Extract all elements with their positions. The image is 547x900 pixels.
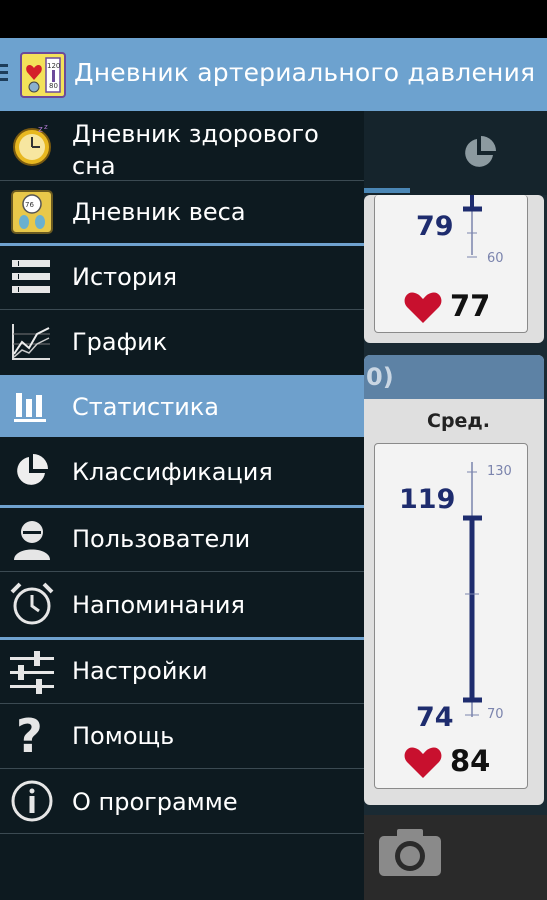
drawer-item-history[interactable]: История [0, 246, 364, 308]
drawer-item-users[interactable]: Пользователи [0, 508, 364, 570]
user-icon [12, 520, 52, 564]
scale-tick-label: 60 [487, 251, 504, 266]
bar-chart-icon [14, 389, 48, 427]
drawer-item-label: График [72, 328, 168, 356]
drawer-item-chart[interactable]: График [0, 310, 364, 374]
drawer-item-label: Помощь [72, 722, 175, 750]
drawer-item-help[interactable]: ? Помощь [0, 704, 364, 768]
divider [0, 833, 364, 834]
drawer-indicator-icon[interactable] [0, 64, 8, 86]
drawer-item-settings[interactable]: Настройки [0, 640, 364, 702]
drawer-item-label: сна [72, 152, 116, 180]
svg-text:76: 76 [25, 201, 34, 209]
column-label: Сред. [427, 410, 490, 432]
sleep-clock-icon: z z [10, 123, 54, 171]
drawer-item-label: Дневник здорового [72, 120, 319, 148]
camera-icon[interactable] [377, 826, 443, 878]
info-icon [10, 779, 54, 827]
drawer-item-sleep-diary[interactable]: z z Дневник здорового сна [0, 111, 364, 180]
heart-icon [404, 747, 442, 778]
diastolic-value: 74 [416, 702, 454, 733]
svg-text:80: 80 [49, 82, 58, 90]
drawer-item-label: Пользователи [72, 525, 251, 553]
gauge-scale [463, 462, 482, 717]
svg-text:?: ? [16, 710, 43, 760]
systolic-value: 119 [399, 484, 456, 515]
drawer-item-statistics[interactable]: Статистика [0, 375, 364, 437]
navigation-drawer: z z Дневник здорового сна 76 Дневник вес… [0, 111, 364, 900]
card-header-text: 0) [366, 363, 394, 391]
heart-icon [404, 292, 442, 323]
question-icon: ? [14, 709, 50, 764]
drawer-item-label: История [72, 263, 178, 291]
alarm-clock-icon [10, 582, 54, 630]
scale-tick-label: 70 [487, 707, 504, 722]
svg-text:120: 120 [47, 62, 60, 70]
drawer-item-label: Классификация [72, 458, 273, 486]
pulse-value: 77 [450, 289, 491, 323]
drawer-item-label: Напоминания [72, 591, 245, 619]
drawer-item-reminders[interactable]: Напоминания [0, 572, 364, 637]
status-bar [0, 0, 547, 38]
app-logo-icon[interactable]: 120 80 [20, 52, 66, 98]
tab-pie-chart-icon[interactable] [460, 134, 498, 172]
line-chart-icon [12, 324, 50, 364]
drawer-item-about[interactable]: О программе [0, 769, 364, 833]
drawer-item-label: О программе [72, 788, 238, 816]
svg-text:z: z [38, 125, 43, 135]
app-title: Дневник артериального давления [74, 58, 536, 87]
drawer-item-label: Настройки [72, 657, 208, 685]
drawer-item-label: Дневник веса [72, 198, 246, 226]
scale-icon: 76 [10, 189, 54, 239]
drawer-item-label: Статистика [72, 393, 219, 421]
sliders-icon [10, 650, 54, 698]
list-icon [12, 260, 50, 298]
tab-indicator [364, 188, 410, 193]
tab-bar [364, 111, 547, 195]
pie-chart-icon [12, 452, 50, 494]
systolic-value: 79 [416, 211, 454, 242]
pulse-value: 84 [450, 744, 491, 778]
svg-text:z: z [44, 123, 48, 131]
drawer-item-weight-diary[interactable]: 76 Дневник веса [0, 181, 364, 243]
scale-tick-label: 130 [487, 464, 512, 479]
drawer-item-classification[interactable]: Классификация [0, 438, 364, 504]
